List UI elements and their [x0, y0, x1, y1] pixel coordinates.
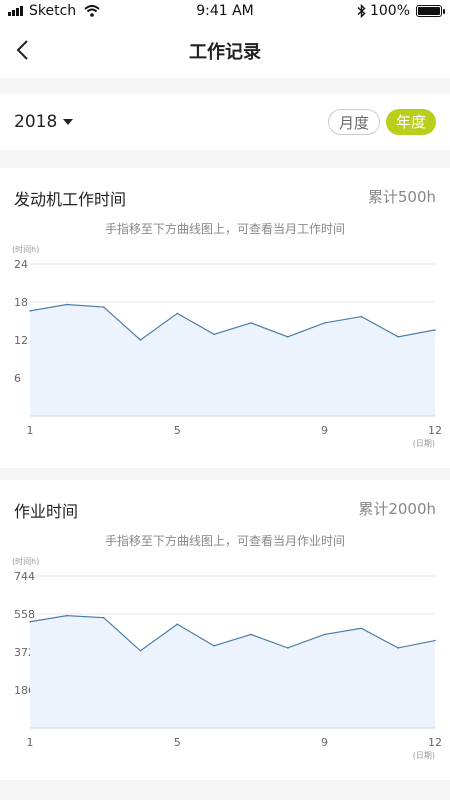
operation-time-chart[interactable]: (时间h)7445583721861 5 9 12(日期)	[0, 550, 450, 770]
x-axis-label: (日期)	[413, 751, 435, 760]
filter-bar: 2018 月度 年度	[0, 94, 450, 150]
engine-time-chart[interactable]: (时间h) 24 18 12 6 1 5 9 12 (日期)	[0, 238, 450, 458]
series-area	[30, 615, 435, 728]
series-area	[30, 304, 435, 416]
data-point	[213, 645, 215, 647]
card-hint: 手指移至下方曲线图上，可查看当月工作时间	[104, 222, 345, 236]
data-point	[250, 322, 252, 324]
data-point	[286, 336, 289, 338]
data-point	[176, 312, 179, 315]
x-tick-label: 9	[321, 424, 328, 437]
y-tick-label: 24	[14, 258, 28, 271]
year-selector[interactable]: 2018	[14, 112, 74, 132]
data-point	[397, 647, 399, 649]
card-total: 累计500h	[367, 188, 436, 206]
x-tick-label: 9	[321, 736, 328, 749]
y-tick-label: 744	[14, 570, 35, 583]
card-hint: 手指移至下方曲线图上，可查看当月作业时间	[104, 534, 345, 548]
data-point	[66, 614, 68, 617]
data-point	[139, 649, 142, 652]
data-point	[434, 639, 436, 642]
data-point	[397, 336, 399, 338]
operation-time-card: 作业时间 累计2000h 手指移至下方曲线图上，可查看当月作业时间 (时间h) 7…	[0, 480, 450, 780]
monthly-button[interactable]: 月度	[327, 109, 380, 135]
data-point	[434, 329, 436, 331]
nav-bar: 工作记录	[0, 24, 450, 78]
data-point	[213, 333, 215, 336]
data-point	[29, 620, 31, 623]
data-point	[176, 623, 179, 626]
period-toggle: 月度 年度	[322, 109, 436, 135]
data-point	[29, 310, 31, 312]
x-tick-label: 5	[174, 424, 181, 437]
year-value: 2018	[14, 112, 58, 132]
caret-down-icon	[63, 119, 74, 125]
data-point	[286, 647, 289, 649]
x-tick-label: 5	[174, 736, 181, 749]
x-tick-label: 1	[27, 424, 34, 437]
y-axis-label: (时间h)	[12, 244, 39, 254]
battery-percent: 100%	[369, 3, 410, 19]
engine-time-card: 发动机工作时间 累计500h 手指移至下方曲线图上，可查看当月工作时间 (时间h…	[0, 168, 450, 468]
status-right: 100%	[357, 3, 445, 19]
card-total: 累计2000h	[358, 500, 436, 518]
data-point	[360, 627, 363, 630]
data-point	[66, 303, 68, 306]
card-title: 作业时间	[14, 502, 79, 521]
x-tick-label: 12	[428, 424, 442, 437]
x-tick-label: 12	[428, 736, 442, 749]
y-tick-label: 558	[14, 608, 35, 621]
status-bar: Sketch 9:41 AM 100%	[0, 0, 450, 24]
data-point	[102, 616, 105, 619]
y-tick-label: 12	[14, 334, 28, 347]
data-point	[250, 633, 252, 636]
x-tick-label: 1	[27, 736, 34, 749]
data-point	[360, 315, 363, 318]
yearly-button[interactable]: 年度	[385, 109, 436, 135]
y-tick-label: 6	[14, 372, 21, 385]
card-title: 发动机工作时间	[14, 190, 127, 209]
data-point	[323, 633, 326, 636]
data-point	[323, 322, 326, 324]
battery-icon	[416, 5, 445, 17]
y-tick-label: 18	[14, 296, 28, 309]
page-title: 工作记录	[189, 42, 261, 63]
x-axis-label: (日期)	[413, 439, 435, 448]
data-point	[139, 339, 142, 341]
data-point	[102, 306, 105, 308]
bluetooth-icon	[357, 4, 366, 18]
y-axis-label: (时间h)	[12, 556, 39, 566]
